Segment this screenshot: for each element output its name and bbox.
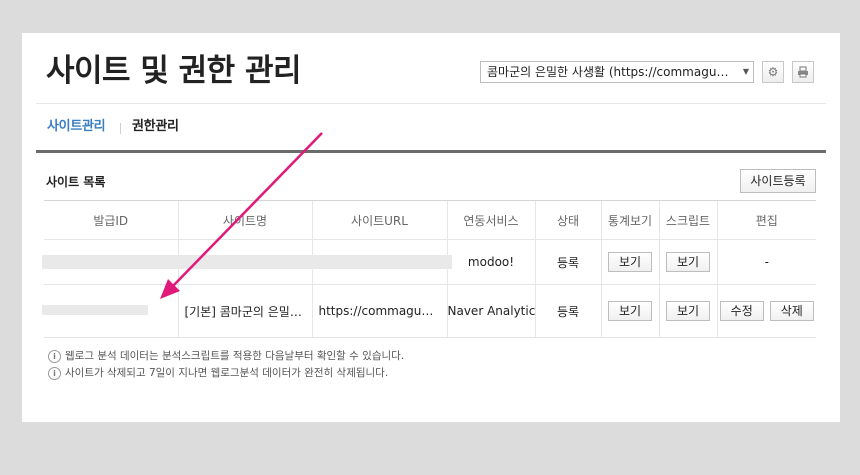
- tab-site-management[interactable]: 사이트관리: [47, 118, 106, 136]
- column-header: 스크립트: [658, 200, 717, 240]
- register-site-button[interactable]: 사이트등록: [740, 169, 816, 193]
- table-header-row: 발급ID 사이트명 사이트URL 연동서비스 상태 통계보기 스크립트 편집: [44, 200, 816, 240]
- cell-edit: 수정 삭제: [716, 284, 816, 338]
- table-row: [기본] 콤마군의 은밀한 사생활 https://commagun.com N…: [44, 284, 816, 338]
- edit-button[interactable]: 수정: [719, 301, 764, 321]
- column-header: 상태: [534, 200, 601, 240]
- column-header: 연동서비스: [446, 200, 535, 240]
- tab-bar: 사이트관리 권한관리: [36, 103, 826, 150]
- site-url-text: https://commagun.com: [318, 304, 447, 318]
- page-title: 사이트 및 권한 관리: [46, 53, 302, 89]
- info-icon: i: [48, 350, 61, 363]
- site-table: 발급ID 사이트명 사이트URL 연동서비스 상태 통계보기 스크립트 편집 m…: [44, 200, 816, 338]
- site-select-value: 콤마군의 은밀한 사생활 (https://commagun.com): [487, 65, 754, 79]
- chevron-down-icon: ▼: [742, 67, 749, 76]
- column-header: 사이트URL: [311, 200, 447, 240]
- tab-bar-underline: [36, 150, 826, 153]
- site-name-text: [기본] 콤마군의 은밀한 사생활: [184, 304, 312, 319]
- cell-status: 등록: [534, 284, 601, 338]
- cell-stats: 보기: [600, 239, 659, 285]
- column-header: 사이트명: [177, 200, 312, 240]
- cell-status: 등록: [534, 239, 601, 285]
- tab-permission-management[interactable]: 권한관리: [132, 118, 179, 136]
- note-text: 웹로그 분석 데이터는 분석스크립트를 적용한 다음날부터 확인할 수 있습니다…: [65, 350, 405, 362]
- column-header: 편집: [716, 200, 816, 240]
- gear-icon: ⚙: [767, 65, 779, 79]
- redacted-row-info: [42, 255, 452, 269]
- site-select[interactable]: 콤마군의 은밀한 사생활 (https://commagun.com) ▼: [480, 61, 754, 83]
- cell-script: 보기: [658, 284, 717, 338]
- cell-script: 보기: [658, 239, 717, 285]
- note-item: i 웹로그 분석 데이터는 분석스크립트를 적용한 다음날부터 확인할 수 있습…: [48, 348, 404, 365]
- notes: i 웹로그 분석 데이터는 분석스크립트를 적용한 다음날부터 확인할 수 있습…: [48, 348, 404, 382]
- column-header: 발급ID: [44, 200, 178, 240]
- print-button[interactable]: [792, 61, 814, 83]
- cell-edit: -: [716, 239, 816, 285]
- cell-service: Naver Analytics: [446, 284, 535, 338]
- redacted-site-id: [42, 305, 148, 315]
- section-title: 사이트 목록: [46, 175, 106, 189]
- cell-service: modoo!: [446, 239, 535, 285]
- view-stats-button[interactable]: 보기: [607, 301, 653, 321]
- note-item: i 사이트가 삭제되고 7일이 지나면 웹로그분석 데이터가 완전히 삭제됩니다…: [48, 365, 404, 382]
- info-icon: i: [48, 367, 61, 380]
- print-icon: [798, 66, 808, 78]
- view-script-button[interactable]: 보기: [665, 252, 711, 272]
- settings-button[interactable]: ⚙: [762, 61, 784, 83]
- cell-site-url: https://commagun.com: [311, 284, 447, 338]
- view-stats-button[interactable]: 보기: [607, 252, 653, 272]
- column-header: 통계보기: [600, 200, 659, 240]
- cell-site-name: [기본] 콤마군의 은밀한 사생활: [177, 284, 312, 338]
- delete-button[interactable]: 삭제: [769, 301, 814, 321]
- tab-divider: [120, 123, 121, 134]
- note-text: 사이트가 삭제되고 7일이 지나면 웹로그분석 데이터가 완전히 삭제됩니다.: [65, 367, 389, 379]
- main-panel: 사이트 및 권한 관리 콤마군의 은밀한 사생활 (https://commag…: [22, 33, 840, 422]
- cell-stats: 보기: [600, 284, 659, 338]
- view-script-button[interactable]: 보기: [665, 301, 711, 321]
